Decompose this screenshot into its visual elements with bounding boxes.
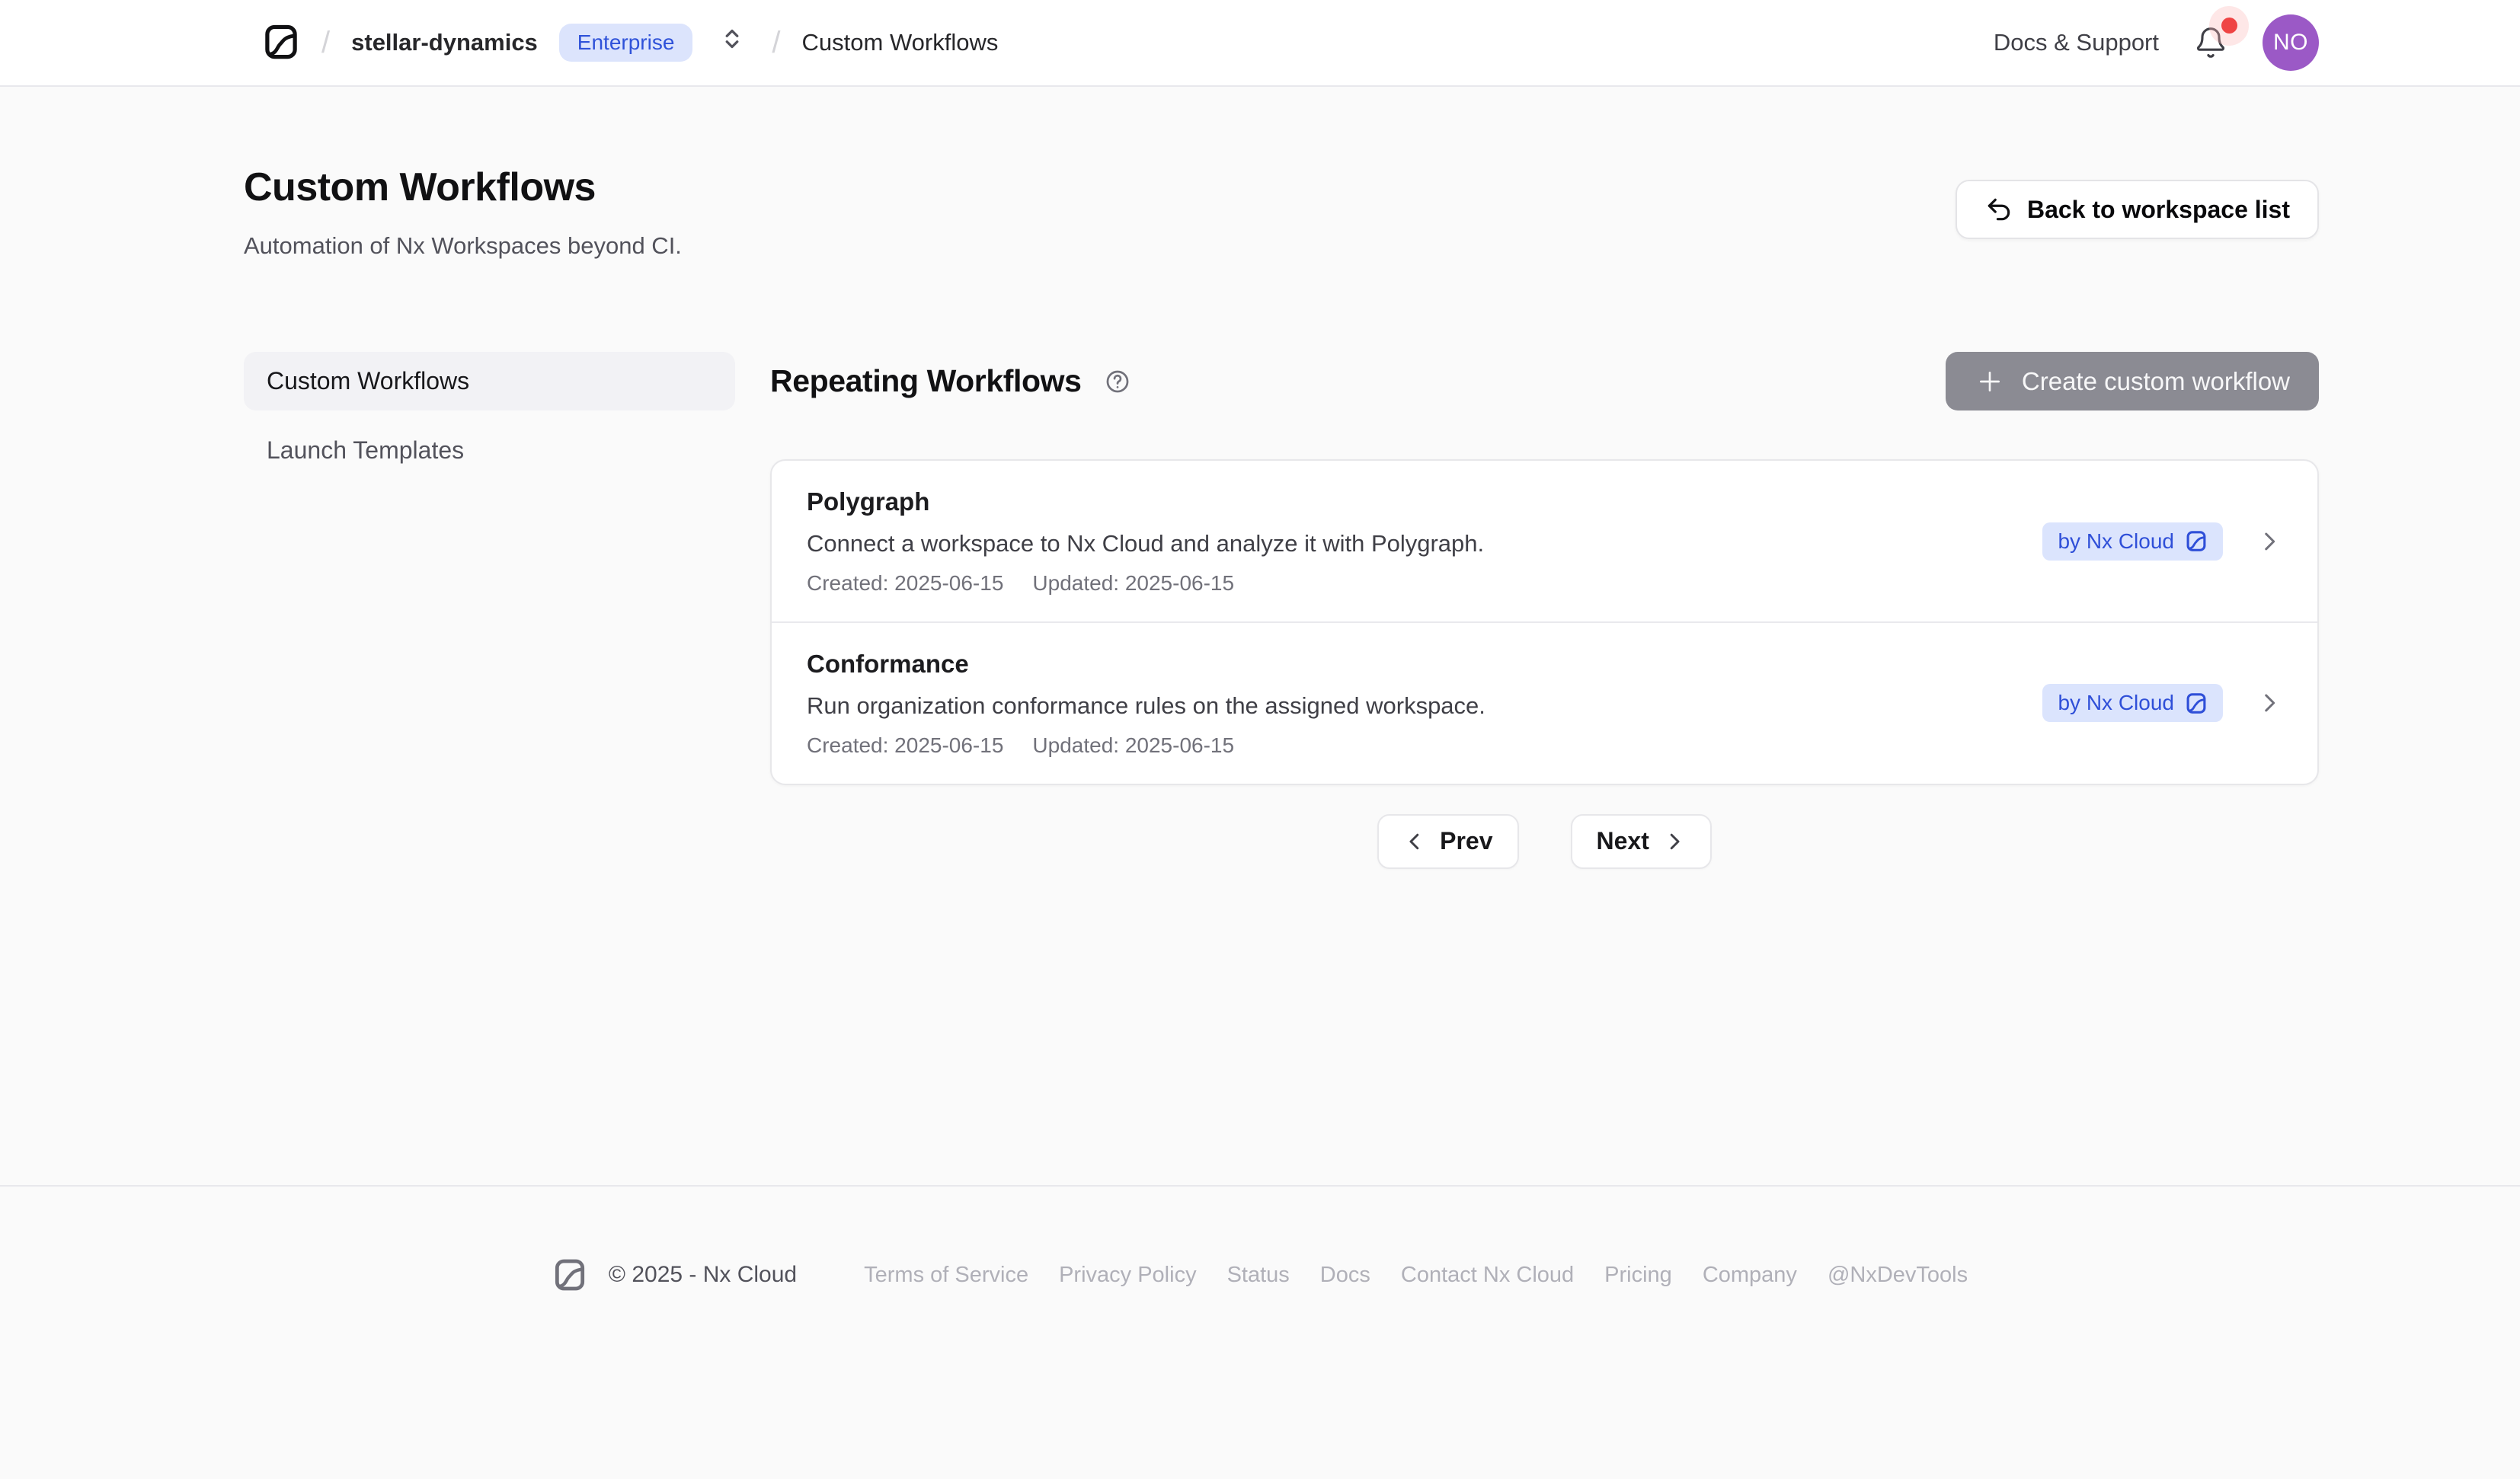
- chevron-right-icon[interactable]: [2256, 529, 2282, 554]
- workflow-meta: Created: 2025-06-15 Updated: 2025-06-15: [807, 571, 1484, 596]
- workflow-created: Created: 2025-06-15: [807, 733, 1003, 758]
- workflow-list: Polygraph Connect a workspace to Nx Clou…: [770, 459, 2319, 785]
- next-page-button[interactable]: Next: [1571, 814, 1712, 869]
- plus-icon: [1975, 366, 2005, 397]
- sidebar-item-custom-workflows[interactable]: Custom Workflows: [244, 352, 735, 410]
- footer-brand: © 2025 - Nx Cloud: [552, 1257, 797, 1293]
- nx-logo-mini-icon: [2185, 692, 2208, 715]
- footer-link-nxdevtools[interactable]: @NxDevTools: [1828, 1263, 1968, 1288]
- footer-link-status[interactable]: Status: [1227, 1263, 1290, 1288]
- topbar-actions: Docs & Support NO: [1994, 14, 2319, 71]
- workflow-row-actions: by Nx Cloud: [2042, 684, 2282, 722]
- pagination: Prev Next: [770, 814, 2319, 869]
- page-subtitle: Automation of Nx Workspaces beyond CI.: [244, 232, 682, 260]
- footer-link-company[interactable]: Company: [1703, 1263, 1797, 1288]
- by-nx-cloud-badge[interactable]: by Nx Cloud: [2042, 522, 2223, 561]
- footer-links: Terms of Service Privacy Policy Status D…: [864, 1263, 1968, 1288]
- sidebar-item-launch-templates[interactable]: Launch Templates: [244, 421, 735, 480]
- notification-dot: [2221, 18, 2237, 34]
- workflow-row-actions: by Nx Cloud: [2042, 522, 2282, 561]
- chevron-left-icon: [1403, 830, 1426, 853]
- top-navigation-bar: / stellar-dynamics Enterprise / Custom W…: [0, 0, 2520, 87]
- back-button-label: Back to workspace list: [2027, 196, 2290, 224]
- workflow-name: Polygraph: [807, 487, 1484, 517]
- breadcrumb-separator: /: [772, 27, 780, 58]
- page-header: Custom Workflows Automation of Nx Worksp…: [244, 166, 2319, 260]
- workflow-updated: Updated: 2025-06-15: [1032, 733, 1234, 758]
- breadcrumb-current-page: Custom Workflows: [802, 29, 999, 56]
- by-nx-cloud-badge[interactable]: by Nx Cloud: [2042, 684, 2223, 722]
- workflow-info: Polygraph Connect a workspace to Nx Clou…: [807, 487, 1484, 596]
- undo-arrow-icon: [1984, 195, 2013, 224]
- prev-label: Prev: [1440, 827, 1492, 855]
- footer-link-contact[interactable]: Contact Nx Cloud: [1401, 1263, 1574, 1288]
- back-to-workspace-list-button[interactable]: Back to workspace list: [1956, 180, 2319, 239]
- chevron-right-icon[interactable]: [2256, 690, 2282, 716]
- help-circle-icon[interactable]: [1105, 369, 1130, 395]
- workflow-created: Created: 2025-06-15: [807, 571, 1003, 596]
- notifications-button[interactable]: [2194, 24, 2227, 61]
- nx-logo-mini-icon: [2185, 529, 2208, 553]
- footer-link-docs[interactable]: Docs: [1320, 1263, 1370, 1288]
- footer-link-terms[interactable]: Terms of Service: [864, 1263, 1028, 1288]
- workflow-info: Conformance Run organization conformance…: [807, 649, 1485, 758]
- section-title: Repeating Workflows: [770, 363, 1082, 399]
- footer-copyright: © 2025 - Nx Cloud: [609, 1262, 797, 1288]
- chevron-right-icon: [1663, 830, 1686, 853]
- workflow-row-conformance[interactable]: Conformance Run organization conformance…: [772, 621, 2317, 784]
- page-footer: © 2025 - Nx Cloud Terms of Service Priva…: [0, 1185, 2520, 1293]
- create-button-label: Create custom workflow: [2022, 367, 2290, 396]
- workflow-description: Connect a workspace to Nx Cloud and anal…: [807, 529, 1484, 557]
- breadcrumb: / stellar-dynamics Enterprise / Custom W…: [262, 23, 1994, 62]
- workflow-name: Conformance: [807, 649, 1485, 679]
- badge-label: by Nx Cloud: [2058, 529, 2174, 554]
- workspace-switcher-icon[interactable]: [718, 25, 746, 60]
- create-custom-workflow-button[interactable]: Create custom workflow: [1946, 352, 2319, 410]
- workflow-meta: Created: 2025-06-15 Updated: 2025-06-15: [807, 733, 1485, 758]
- footer-link-privacy[interactable]: Privacy Policy: [1059, 1263, 1197, 1288]
- repeating-workflows-section: Repeating Workflows Create custom workfl…: [770, 352, 2319, 869]
- docs-support-link[interactable]: Docs & Support: [1994, 29, 2159, 56]
- sidebar-item-label: Custom Workflows: [267, 367, 469, 395]
- footer-link-pricing[interactable]: Pricing: [1604, 1263, 1672, 1288]
- sidebar-item-label: Launch Templates: [267, 436, 464, 465]
- breadcrumb-separator: /: [321, 27, 330, 58]
- user-avatar[interactable]: NO: [2263, 14, 2319, 71]
- plan-badge: Enterprise: [559, 24, 693, 62]
- nx-cloud-footer-logo-icon: [552, 1257, 587, 1293]
- breadcrumb-workspace-name[interactable]: stellar-dynamics: [351, 29, 538, 56]
- main-content: Custom Workflows Automation of Nx Worksp…: [0, 166, 2520, 1185]
- page-title: Custom Workflows: [244, 166, 682, 209]
- badge-label: by Nx Cloud: [2058, 691, 2174, 715]
- workflow-row-polygraph[interactable]: Polygraph Connect a workspace to Nx Clou…: [772, 461, 2317, 621]
- workflow-updated: Updated: 2025-06-15: [1032, 571, 1234, 596]
- prev-page-button[interactable]: Prev: [1377, 814, 1518, 869]
- next-label: Next: [1597, 827, 1649, 855]
- nx-cloud-logo-icon[interactable]: [262, 23, 300, 62]
- settings-sidebar: Custom Workflows Launch Templates: [244, 352, 735, 480]
- workflow-description: Run organization conformance rules on th…: [807, 692, 1485, 720]
